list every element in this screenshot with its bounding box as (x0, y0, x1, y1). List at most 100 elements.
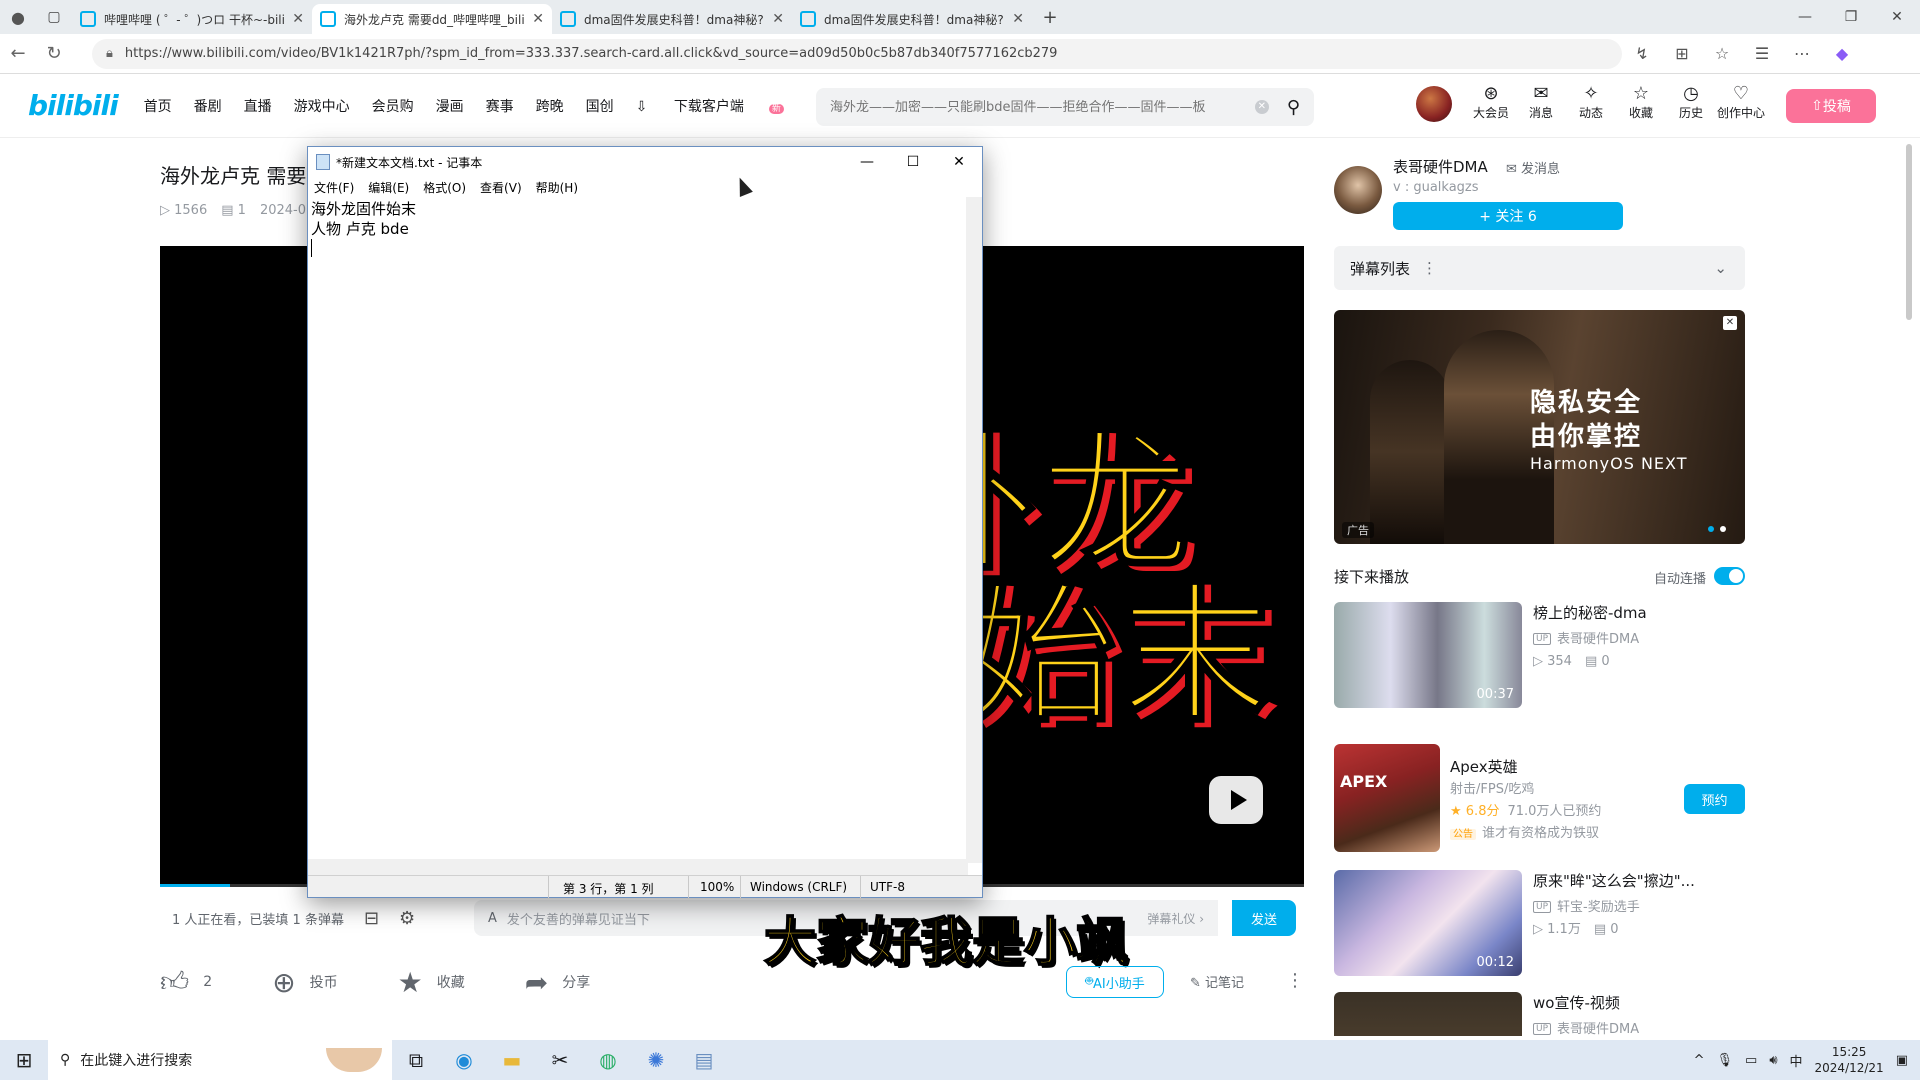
task-view-icon[interactable]: ⧉ (392, 1040, 440, 1080)
close-tab-icon[interactable]: ✕ (532, 11, 544, 27)
wechat-icon[interactable]: ◍ (584, 1040, 632, 1080)
recommendation-thumbnail[interactable]: 00:37 (1334, 602, 1522, 708)
recommendation-title[interactable]: 原来"眸"这么会"擦边"... (1533, 870, 1745, 891)
url-field[interactable]: 🔒︎ https://www.bilibili.com/video/BV1k14… (92, 38, 1622, 69)
upload-button[interactable]: ⇧ 投稿 (1786, 89, 1876, 123)
capcut-icon[interactable]: ✂ (536, 1040, 584, 1080)
back-icon[interactable]: ← (0, 43, 36, 64)
nav-mall[interactable]: 会员购 (372, 96, 414, 116)
header-history[interactable]: ◷ 历史 (1666, 84, 1716, 121)
game-thumbnail[interactable]: APEX (1334, 744, 1440, 852)
recommendation-up[interactable]: UP 表哥硬件DMA (1533, 628, 1639, 647)
recommendation-item[interactable]: wo宣传-视频 UP 表哥硬件DMA (1334, 992, 1745, 1036)
minimize-icon[interactable]: — (844, 147, 890, 177)
carousel-dot[interactable] (1708, 526, 1714, 532)
danmaku-list-more-icon[interactable]: ⋮ (1422, 259, 1437, 277)
browser-tab[interactable]: dma固件发展史科普！dma神秘? ✕ (792, 4, 1032, 34)
profile-icon[interactable]: ● (0, 8, 36, 27)
nav-download-client[interactable]: ⇩ 下载客户端 新 (636, 96, 806, 116)
close-tab-icon[interactable]: ✕ (772, 11, 784, 27)
ad-banner[interactable]: 隐私安全 由你掌控 HarmonyOS NEXT 广告 ✕ (1334, 310, 1745, 544)
maximize-icon[interactable]: ☐ (890, 147, 936, 177)
user-avatar[interactable] (1416, 86, 1452, 122)
reserve-button[interactable]: 预约 (1684, 784, 1745, 814)
ime-indicator[interactable]: 中 (1790, 1051, 1803, 1070)
recommendation-up[interactable]: UP 轩宝-奖励选手 (1533, 896, 1640, 915)
header-favorite[interactable]: ☆ 收藏 (1616, 84, 1666, 121)
recommendation-item[interactable]: 00:12 原来"眸"这么会"擦边"... UP 轩宝-奖励选手 ▷ 1.1万 ▤… (1334, 870, 1745, 976)
close-window-icon[interactable]: ✕ (1874, 0, 1920, 34)
danmaku-etiquette-link[interactable]: 弹幕礼仪 › (1147, 910, 1204, 927)
nav-esports[interactable]: 赛事 (486, 96, 514, 116)
play-button-icon[interactable] (1209, 776, 1263, 824)
coin-button[interactable]: ⊕ 投币 (272, 966, 337, 999)
uploader-name[interactable]: 表哥硬件DMA (1393, 156, 1488, 177)
copilot-icon[interactable]: ◆ (1822, 44, 1862, 63)
recommendation-up[interactable]: UP 表哥硬件DMA (1533, 1018, 1639, 1036)
recommendation-title[interactable]: wo宣传-视频 (1533, 992, 1745, 1013)
browser-tab[interactable]: dma固件发展史科普！dma神秘? ✕ (552, 4, 792, 34)
notification-icon[interactable]: ▣ (1896, 1053, 1908, 1068)
scrollbar-thumb[interactable] (1906, 144, 1912, 320)
file-explorer-icon[interactable]: ▬ (488, 1040, 536, 1080)
network-app-icon[interactable]: ✺ (632, 1040, 680, 1080)
danmaku-toggle-icon[interactable]: ⊟ (364, 908, 379, 929)
recommendation-thumbnail[interactable]: 00:12 (1334, 870, 1522, 976)
menu-file[interactable]: 文件(F) (314, 179, 354, 196)
notepad-vertical-scrollbar[interactable] (966, 197, 982, 863)
notes-button[interactable]: ✎ 记笔记 (1190, 972, 1244, 991)
favorite-star-icon[interactable]: ☆ (1702, 44, 1742, 63)
app-available-icon[interactable]: ⊞ (1662, 44, 1702, 63)
notepad-taskbar-icon[interactable]: ▤ (680, 1040, 728, 1080)
nav-manga[interactable]: 漫画 (436, 96, 464, 116)
minimize-icon[interactable]: — (1782, 0, 1828, 34)
autoplay-toggle[interactable] (1714, 567, 1745, 585)
settings-more-icon[interactable]: ⋯ (1782, 44, 1822, 63)
browser-tab-active[interactable]: 海外龙卢克 需要dd_哔哩哔哩_bili ✕ (312, 4, 552, 34)
send-danmaku-button[interactable]: 发送 (1232, 900, 1296, 936)
menu-view[interactable]: 查看(V) (480, 179, 522, 196)
lock-icon[interactable]: 🔒︎ (106, 46, 113, 61)
game-card[interactable]: APEX Apex英雄 射击/FPS/吃鸡 ★ 6.8分 71.0万人已预约 公告… (1334, 744, 1745, 852)
menu-format[interactable]: 格式(O) (423, 179, 466, 196)
nav-anime[interactable]: 番剧 (194, 96, 222, 116)
nav-live[interactable]: 直播 (244, 96, 272, 116)
notepad-horizontal-scrollbar[interactable] (308, 859, 968, 875)
uploader-avatar[interactable] (1334, 166, 1382, 214)
translate-icon[interactable]: ↯ (1622, 44, 1662, 63)
chevron-down-icon[interactable]: ⌄ (1714, 259, 1727, 277)
network-icon[interactable]: ▭ (1745, 1053, 1757, 1068)
header-vip[interactable]: ⊛ 大会员 (1466, 84, 1516, 121)
browser-tab[interactable]: 哔哩哔哩 ( ゜- ゜)つロ 干杯~-bilib ✕ (72, 4, 312, 34)
page-scrollbar[interactable] (1904, 140, 1914, 1040)
like-button[interactable]: 👍︎ 2 (160, 965, 212, 999)
close-icon[interactable]: ✕ (936, 147, 982, 177)
danmaku-settings-icon[interactable]: ⚙ (399, 908, 415, 929)
recommendation-title[interactable]: 榜上的秘密-dma (1533, 602, 1745, 623)
follow-button[interactable]: + 关注 6 (1393, 202, 1623, 230)
recommendation-thumbnail[interactable] (1334, 992, 1522, 1036)
danmaku-list-panel[interactable]: 弹幕列表 ⋮ ⌄ (1334, 246, 1745, 290)
danmaku-style-icon[interactable]: A (488, 911, 497, 926)
taskbar-search[interactable]: ⚲ 在此键入进行搜索 (48, 1040, 392, 1080)
windows-start-icon[interactable]: ⊞ (0, 1040, 48, 1080)
nav-guochuang[interactable]: 国创 (586, 96, 614, 116)
nav-new-year-gala[interactable]: 跨晚 (536, 96, 564, 116)
share-button[interactable]: ➦ 分享 (525, 966, 590, 999)
menu-edit[interactable]: 编辑(E) (368, 179, 409, 196)
carousel-dot[interactable] (1720, 526, 1726, 532)
collect-button[interactable]: ★ 收藏 (398, 966, 465, 999)
favorites-icon[interactable]: ☰ (1742, 44, 1782, 63)
nav-home[interactable]: 首页 (144, 96, 172, 116)
search-input[interactable] (830, 99, 1255, 115)
header-creator[interactable]: ♡ 创作中心 (1716, 84, 1766, 121)
close-tab-icon[interactable]: ✕ (1012, 11, 1024, 27)
search-icon[interactable]: ⚲ (1287, 97, 1300, 118)
header-dynamic[interactable]: ✧ 动态 (1566, 84, 1616, 121)
refresh-icon[interactable]: ↻ (36, 43, 72, 64)
clear-search-icon[interactable]: ✕ (1254, 100, 1269, 114)
game-name[interactable]: Apex英雄 (1450, 756, 1518, 777)
send-message-link[interactable]: ✉ 发消息 (1506, 158, 1560, 177)
ai-helper-button[interactable]: 🤖︎ AI小助手 (1066, 966, 1164, 998)
tab-actions-icon[interactable]: ▢ (36, 9, 72, 25)
